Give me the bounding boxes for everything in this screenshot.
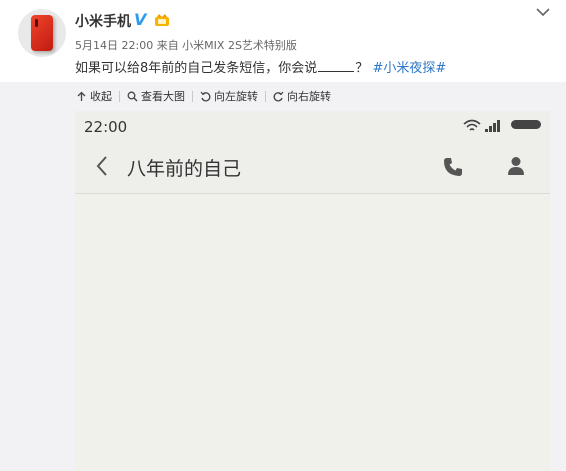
signal-icon bbox=[485, 120, 500, 132]
wifi-icon bbox=[463, 119, 481, 131]
verified-badge-icon: V bbox=[134, 10, 147, 29]
hashtag-link[interactable]: #小米夜探# bbox=[372, 61, 446, 76]
status-bar: 22:00 bbox=[75, 111, 550, 141]
rotate-right-icon bbox=[273, 91, 284, 101]
contact-person-icon[interactable] bbox=[507, 156, 525, 176]
blank-line bbox=[318, 59, 355, 72]
vip-icon bbox=[155, 14, 169, 26]
rotate-right-label: 向右旋转 bbox=[287, 90, 331, 103]
rotate-left-button[interactable]: 向左旋转 bbox=[200, 88, 258, 104]
battery-icon bbox=[511, 120, 541, 129]
rotate-right-button[interactable]: 向右旋转 bbox=[273, 88, 331, 104]
view-large-label: 查看大图 bbox=[141, 90, 185, 103]
image-toolbar: 收起 查看大图 向左旋转 向右旋转 bbox=[76, 88, 331, 104]
chevron-down-icon[interactable] bbox=[536, 6, 550, 18]
phone-call-icon[interactable] bbox=[443, 157, 463, 177]
rotate-left-icon bbox=[200, 91, 211, 101]
rotate-left-label: 向左旋转 bbox=[214, 90, 258, 103]
collapse-button[interactable]: 收起 bbox=[76, 88, 112, 104]
collapse-label: 收起 bbox=[90, 90, 112, 103]
post-text-end: ？ bbox=[355, 61, 369, 76]
post-text: 如果可以给8年前的自己发条短信，你会说 ？ #小米夜探# bbox=[75, 57, 446, 76]
view-large-button[interactable]: 查看大图 bbox=[127, 88, 185, 104]
divider bbox=[192, 90, 193, 102]
status-time: 22:00 bbox=[84, 118, 128, 136]
phone-screenshot[interactable]: 22:00 八年前的自己 bbox=[75, 111, 550, 471]
avatar-phone-image bbox=[31, 15, 53, 51]
divider bbox=[265, 90, 266, 102]
username[interactable]: 小米手机 bbox=[75, 11, 131, 31]
contact-name: 八年前的自己 bbox=[127, 158, 242, 180]
divider bbox=[119, 90, 120, 102]
zoom-icon bbox=[127, 91, 138, 101]
post-meta: 5月14日 22:00 来自 小米MIX 2S艺术特别版 bbox=[75, 39, 297, 52]
collapse-icon bbox=[77, 91, 86, 101]
avatar[interactable] bbox=[18, 9, 66, 57]
back-icon[interactable] bbox=[95, 155, 109, 177]
post-text-body: 如果可以给8年前的自己发条短信，你会说 bbox=[75, 61, 318, 76]
